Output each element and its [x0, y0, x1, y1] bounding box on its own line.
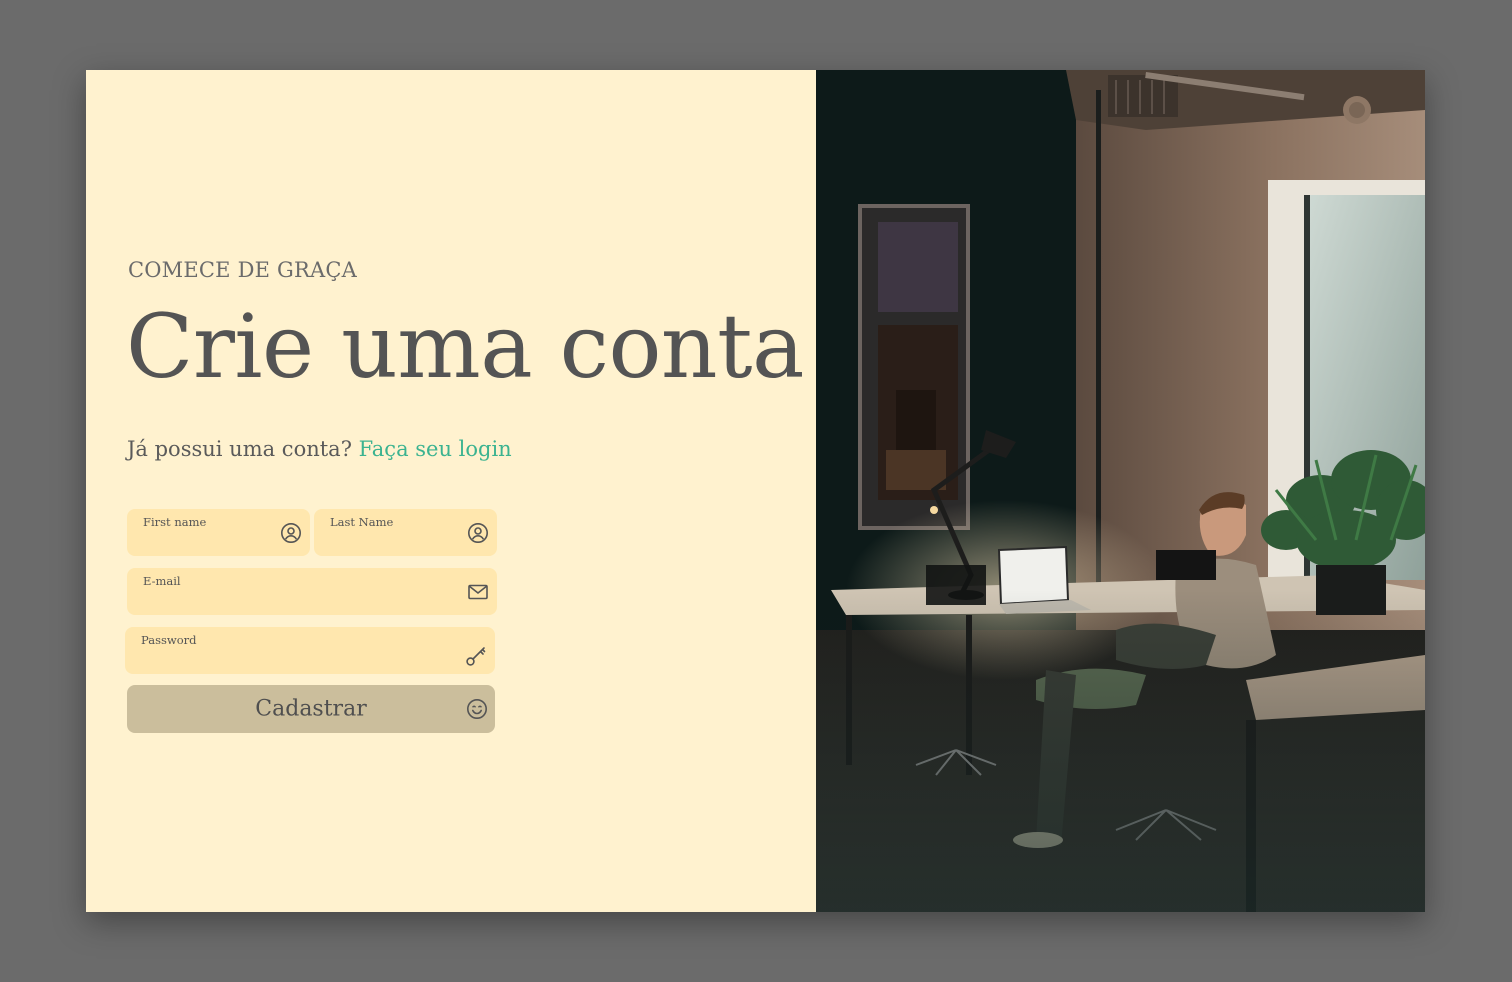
first-name-field[interactable]: First name — [127, 509, 310, 556]
signup-button-label: Cadastrar — [255, 696, 367, 722]
last-name-input[interactable] — [329, 530, 457, 552]
password-field[interactable]: Password — [125, 627, 495, 674]
signup-card: COMECE DE GRAÇA Crie uma conta Já possui… — [86, 70, 1425, 912]
password-label: Password — [141, 633, 197, 647]
email-label: E-mail — [143, 574, 181, 588]
user-circle-icon — [280, 522, 302, 544]
signup-button[interactable]: Cadastrar — [127, 685, 495, 733]
email-input[interactable] — [142, 589, 457, 611]
password-input[interactable] — [140, 648, 455, 670]
last-name-field[interactable]: Last Name — [314, 509, 497, 556]
login-prompt: Já possui uma conta? Faça seu login — [127, 437, 512, 461]
first-name-input[interactable] — [142, 530, 270, 552]
last-name-label: Last Name — [330, 515, 394, 529]
envelope-icon — [467, 581, 489, 603]
page-title: Crie uma conta — [126, 295, 804, 398]
key-icon — [465, 645, 487, 667]
office-photo — [816, 70, 1425, 912]
signup-panel: COMECE DE GRAÇA Crie uma conta Já possui… — [86, 70, 816, 912]
first-name-label: First name — [143, 515, 207, 529]
user-circle-icon — [467, 522, 489, 544]
eyebrow-text: COMECE DE GRAÇA — [128, 258, 358, 282]
email-field[interactable]: E-mail — [127, 568, 497, 615]
login-link[interactable]: Faça seu login — [359, 437, 512, 461]
smiley-icon — [466, 698, 488, 720]
login-prompt-text: Já possui uma conta? — [127, 437, 359, 461]
